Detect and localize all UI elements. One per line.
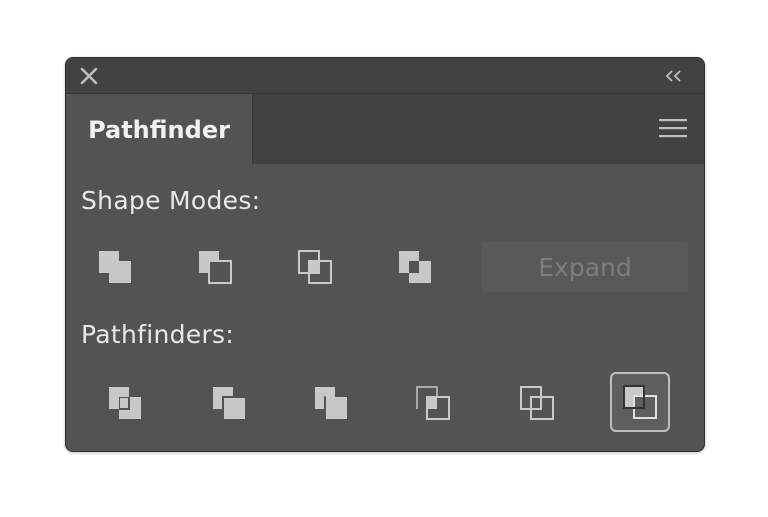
tab-pathfinder[interactable]: Pathfinder: [66, 94, 253, 165]
expand-button[interactable]: Expand: [482, 242, 688, 292]
crop-button[interactable]: [408, 378, 458, 428]
crop-icon: [413, 383, 453, 423]
shape-modes-label: Shape Modes:: [81, 186, 261, 215]
minus-back-button[interactable]: [610, 372, 670, 432]
minus-front-icon: [195, 247, 235, 287]
unite-icon: [95, 247, 135, 287]
panel-menu-icon[interactable]: [658, 116, 688, 140]
exclude-button[interactable]: [390, 242, 440, 292]
merge-icon: [311, 383, 351, 423]
minus-back-icon: [620, 382, 660, 422]
outline-button[interactable]: [512, 378, 562, 428]
pathfinders-label: Pathfinders:: [81, 320, 235, 349]
panel-titlebar: [66, 58, 704, 94]
divide-icon: [105, 383, 145, 423]
divide-button[interactable]: [100, 378, 150, 428]
outline-icon: [517, 383, 557, 423]
panel-tab-bar: Pathfinder: [66, 94, 704, 165]
trim-icon: [209, 383, 249, 423]
intersect-icon: [295, 247, 335, 287]
merge-button[interactable]: [306, 378, 356, 428]
pathfinder-panel: Pathfinder Shape Modes: Expand Pathfinde…: [65, 57, 705, 452]
intersect-button[interactable]: [290, 242, 340, 292]
trim-button[interactable]: [204, 378, 254, 428]
unite-button[interactable]: [90, 242, 140, 292]
minus-front-button[interactable]: [190, 242, 240, 292]
collapse-panel-icon[interactable]: [664, 68, 684, 84]
close-icon[interactable]: [80, 67, 98, 85]
exclude-icon: [395, 247, 435, 287]
